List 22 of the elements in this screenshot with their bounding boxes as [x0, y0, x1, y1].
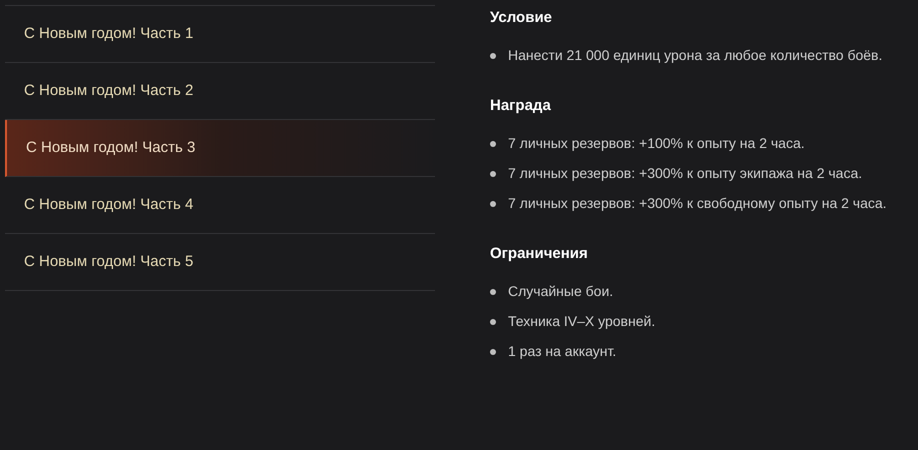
list-item-text: Случайные бои.: [508, 282, 614, 301]
list-item-text: Техника IV–X уровней.: [508, 312, 656, 331]
bullet-icon: [490, 349, 496, 355]
bullet-icon: [490, 319, 496, 325]
list-item-text: 1 раз на аккаунт.: [508, 342, 616, 361]
list-item-text: Нанести 21 000 единиц урона за любое количество боёв.: [508, 46, 882, 65]
mission-tab[interactable]: С Новым годом! Часть 3: [5, 120, 435, 177]
mission-tab[interactable]: С Новым годом! Часть 5: [5, 234, 435, 291]
section-heading: Ограничения: [490, 244, 589, 264]
mission-tab[interactable]: С Новым годом! Часть 2: [5, 63, 435, 120]
section-heading: Условие: [490, 8, 554, 28]
mission-tab[interactable]: С Новым годом! Часть 1: [5, 6, 435, 63]
bullet-icon: [490, 289, 496, 295]
bullet-icon: [490, 53, 496, 59]
list-item-text: 7 личных резервов: +300% к опыту экипажа на 2 часа.: [508, 164, 862, 183]
list-item-text: 7 личных резервов: +100% к опыту на 2 часа.: [508, 134, 805, 153]
list-item-text: 7 личных резервов: +300% к свободному опыту на 2 часа.: [508, 194, 887, 213]
bullet-icon: [490, 201, 496, 207]
bullet-icon: [490, 171, 496, 177]
section-heading: Награда: [490, 96, 552, 116]
mission-tab[interactable]: С Новым годом! Часть 4: [5, 177, 435, 234]
bullet-icon: [490, 141, 496, 147]
